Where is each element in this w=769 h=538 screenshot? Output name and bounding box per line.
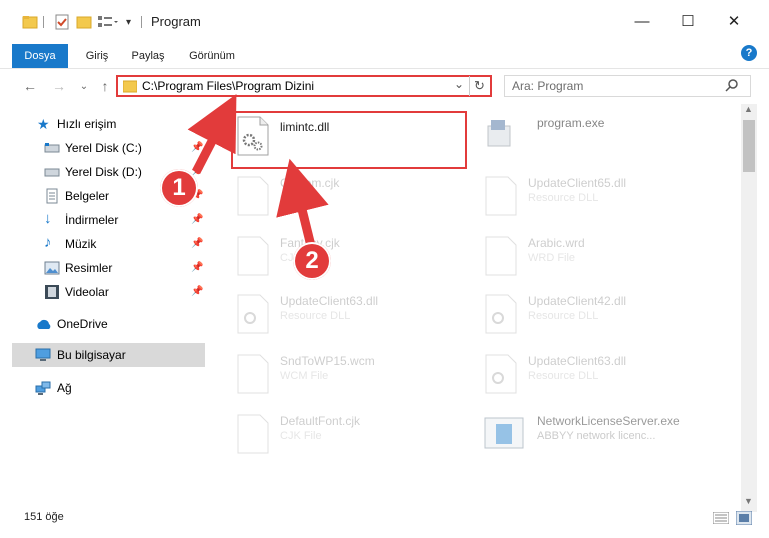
- arrow-1: [187, 94, 237, 175]
- step-badge-2: 2: [293, 242, 331, 280]
- arrow-2: [276, 158, 329, 252]
- tutorial-arrows: [187, 94, 329, 252]
- step-badge-1: 1: [160, 169, 198, 207]
